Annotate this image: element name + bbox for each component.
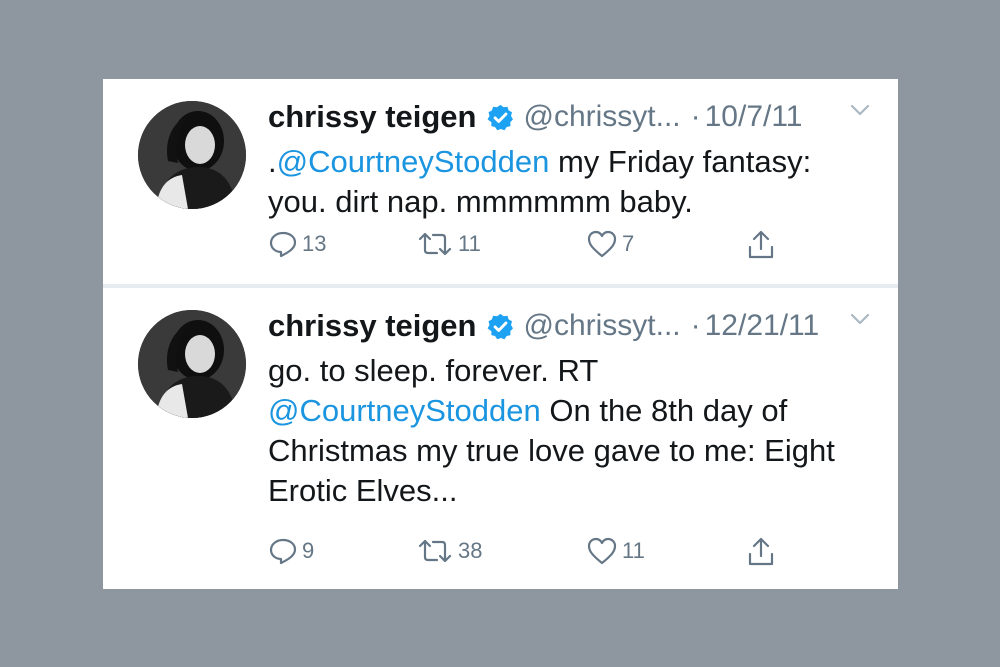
- tweet-header: chrissy teigen @chrissyt... · 12/21/11: [268, 304, 819, 348]
- tweet-feed: chrissy teigen @chrissyt... · 10/7/11 .@…: [103, 79, 898, 589]
- share-button[interactable]: [746, 229, 776, 261]
- reply-button[interactable]: 9: [268, 536, 314, 566]
- tweet-text: go. to sleep. forever. RT @CourtneyStodd…: [268, 351, 868, 511]
- mention-link[interactable]: @CourtneyStodden: [277, 144, 550, 179]
- heart-icon: [587, 537, 617, 565]
- reply-button[interactable]: 13: [268, 229, 326, 259]
- tweet-text: .@CourtneyStodden my Friday fantasy: you…: [268, 142, 868, 222]
- tweet-date[interactable]: 12/21/11: [705, 309, 820, 343]
- retweet-icon: [418, 539, 452, 563]
- like-count: 11: [622, 538, 645, 563]
- share-button[interactable]: [746, 536, 776, 568]
- author-handle[interactable]: @chrissyt...: [523, 100, 680, 134]
- verified-badge-icon: [486, 312, 515, 341]
- tweet-header: chrissy teigen @chrissyt... · 10/7/11: [268, 95, 803, 139]
- reply-count: 9: [302, 538, 315, 563]
- reply-icon: [269, 538, 297, 565]
- tweet[interactable]: chrissy teigen @chrissyt... · 12/21/11 g…: [103, 288, 898, 589]
- retweet-count: 11: [458, 231, 481, 256]
- verified-badge-icon: [486, 103, 515, 132]
- tweet[interactable]: chrissy teigen @chrissyt... · 10/7/11 .@…: [103, 79, 898, 284]
- retweet-count: 38: [458, 538, 483, 563]
- chevron-down-icon[interactable]: [850, 312, 870, 326]
- mention-link[interactable]: @CourtneyStodden: [268, 393, 541, 428]
- chevron-down-icon[interactable]: [850, 103, 870, 117]
- tweet-text-lead: go. to sleep. forever. RT: [268, 353, 598, 388]
- like-button[interactable]: 7: [586, 229, 634, 259]
- separator-dot: ·: [690, 100, 701, 133]
- separator-dot: ·: [690, 309, 701, 342]
- avatar[interactable]: [138, 101, 246, 209]
- author-name[interactable]: chrissy teigen: [268, 308, 476, 344]
- reply-count: 13: [302, 231, 327, 256]
- tweet-actions: 13 11 7: [268, 229, 828, 269]
- tweet-text-lead: .: [268, 144, 277, 179]
- like-count: 7: [622, 231, 635, 256]
- tweet-actions: 9 38 11: [268, 536, 828, 576]
- author-name[interactable]: chrissy teigen: [268, 99, 476, 135]
- tweet-date[interactable]: 10/7/11: [705, 100, 803, 134]
- retweet-icon: [418, 232, 452, 256]
- share-icon: [748, 230, 774, 259]
- retweet-button[interactable]: 38: [416, 536, 482, 566]
- retweet-button[interactable]: 11: [416, 229, 481, 259]
- author-handle[interactable]: @chrissyt...: [523, 309, 680, 343]
- avatar[interactable]: [138, 310, 246, 418]
- like-button[interactable]: 11: [586, 536, 645, 566]
- heart-icon: [587, 230, 617, 258]
- share-icon: [748, 537, 774, 566]
- reply-icon: [269, 231, 297, 258]
